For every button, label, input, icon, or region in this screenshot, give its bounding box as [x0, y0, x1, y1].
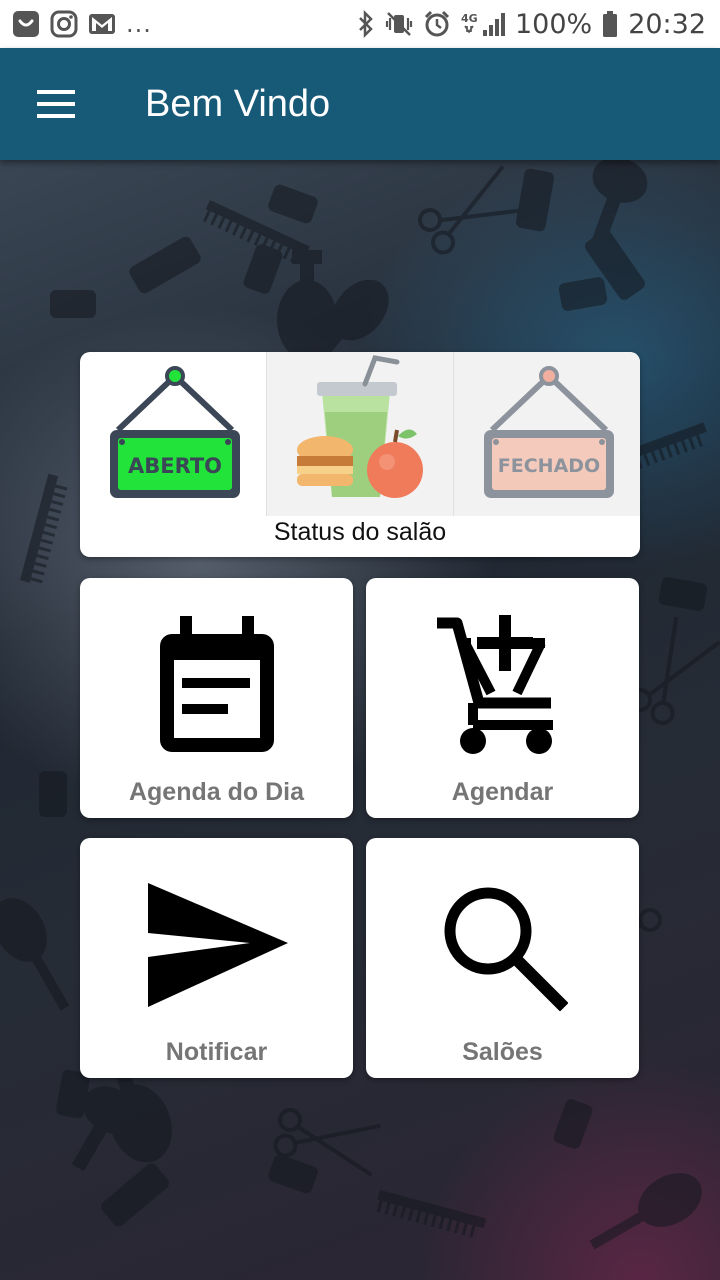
status-bar: ... 4G 100% 20:32: [0, 0, 720, 48]
open-sign-icon: ABERTO: [110, 366, 240, 498]
menu-button[interactable]: [0, 48, 112, 160]
status-closed-option[interactable]: FECHADO: [454, 352, 640, 516]
agenda-do-dia-tile[interactable]: Agenda do Dia: [80, 578, 353, 818]
home-screen: ... 4G 100% 20:32 Bem Vindo ABERTO FECHA…: [0, 0, 720, 1280]
saloes-tile[interactable]: Salões: [366, 838, 639, 1078]
closed-sign-icon: FECHADO: [484, 366, 614, 498]
instagram-icon: [50, 10, 78, 38]
agendar-label: Agendar: [451, 778, 554, 806]
calendar-icon: [159, 615, 274, 752]
smile-notification-icon: [12, 10, 40, 38]
page-title: Bem Vindo: [145, 82, 331, 125]
vibrate-mute-icon: [385, 10, 413, 38]
search-icon: [444, 887, 568, 1011]
hamburger-menu-icon: [37, 90, 75, 118]
app-bar: Bem Vindo: [0, 48, 720, 160]
gmail-icon: [88, 12, 116, 36]
bluetooth-icon: [357, 10, 375, 38]
signal-4g-icon: 4G: [461, 10, 505, 38]
status-options: ABERTO FECHADO: [80, 352, 640, 516]
open-sign-text: ABERTO: [128, 454, 222, 478]
more-notifications-indicator: ...: [126, 10, 152, 38]
alarm-icon: [423, 10, 451, 38]
status-break-option[interactable]: [266, 352, 454, 516]
svg-text:4G: 4G: [461, 12, 478, 25]
closed-sign-text: FECHADO: [498, 455, 600, 477]
add-to-cart-icon: [436, 615, 553, 754]
snack-break-icon: [297, 355, 423, 498]
battery-icon: [602, 10, 618, 38]
notificar-tile[interactable]: Notificar: [80, 838, 353, 1078]
agenda-do-dia-label: Agenda do Dia: [128, 778, 304, 806]
agendar-tile[interactable]: Agendar: [366, 578, 639, 818]
salon-status-label: Status do salão: [273, 518, 447, 546]
clock: 20:32: [628, 8, 706, 40]
status-open-option[interactable]: ABERTO: [80, 352, 266, 516]
salon-status-card: ABERTO FECHADO Status do salão: [80, 352, 640, 557]
battery-percentage: 100%: [514, 8, 593, 40]
send-icon: [147, 882, 288, 1007]
notificar-label: Notificar: [165, 1038, 268, 1066]
saloes-label: Salões: [462, 1038, 543, 1066]
